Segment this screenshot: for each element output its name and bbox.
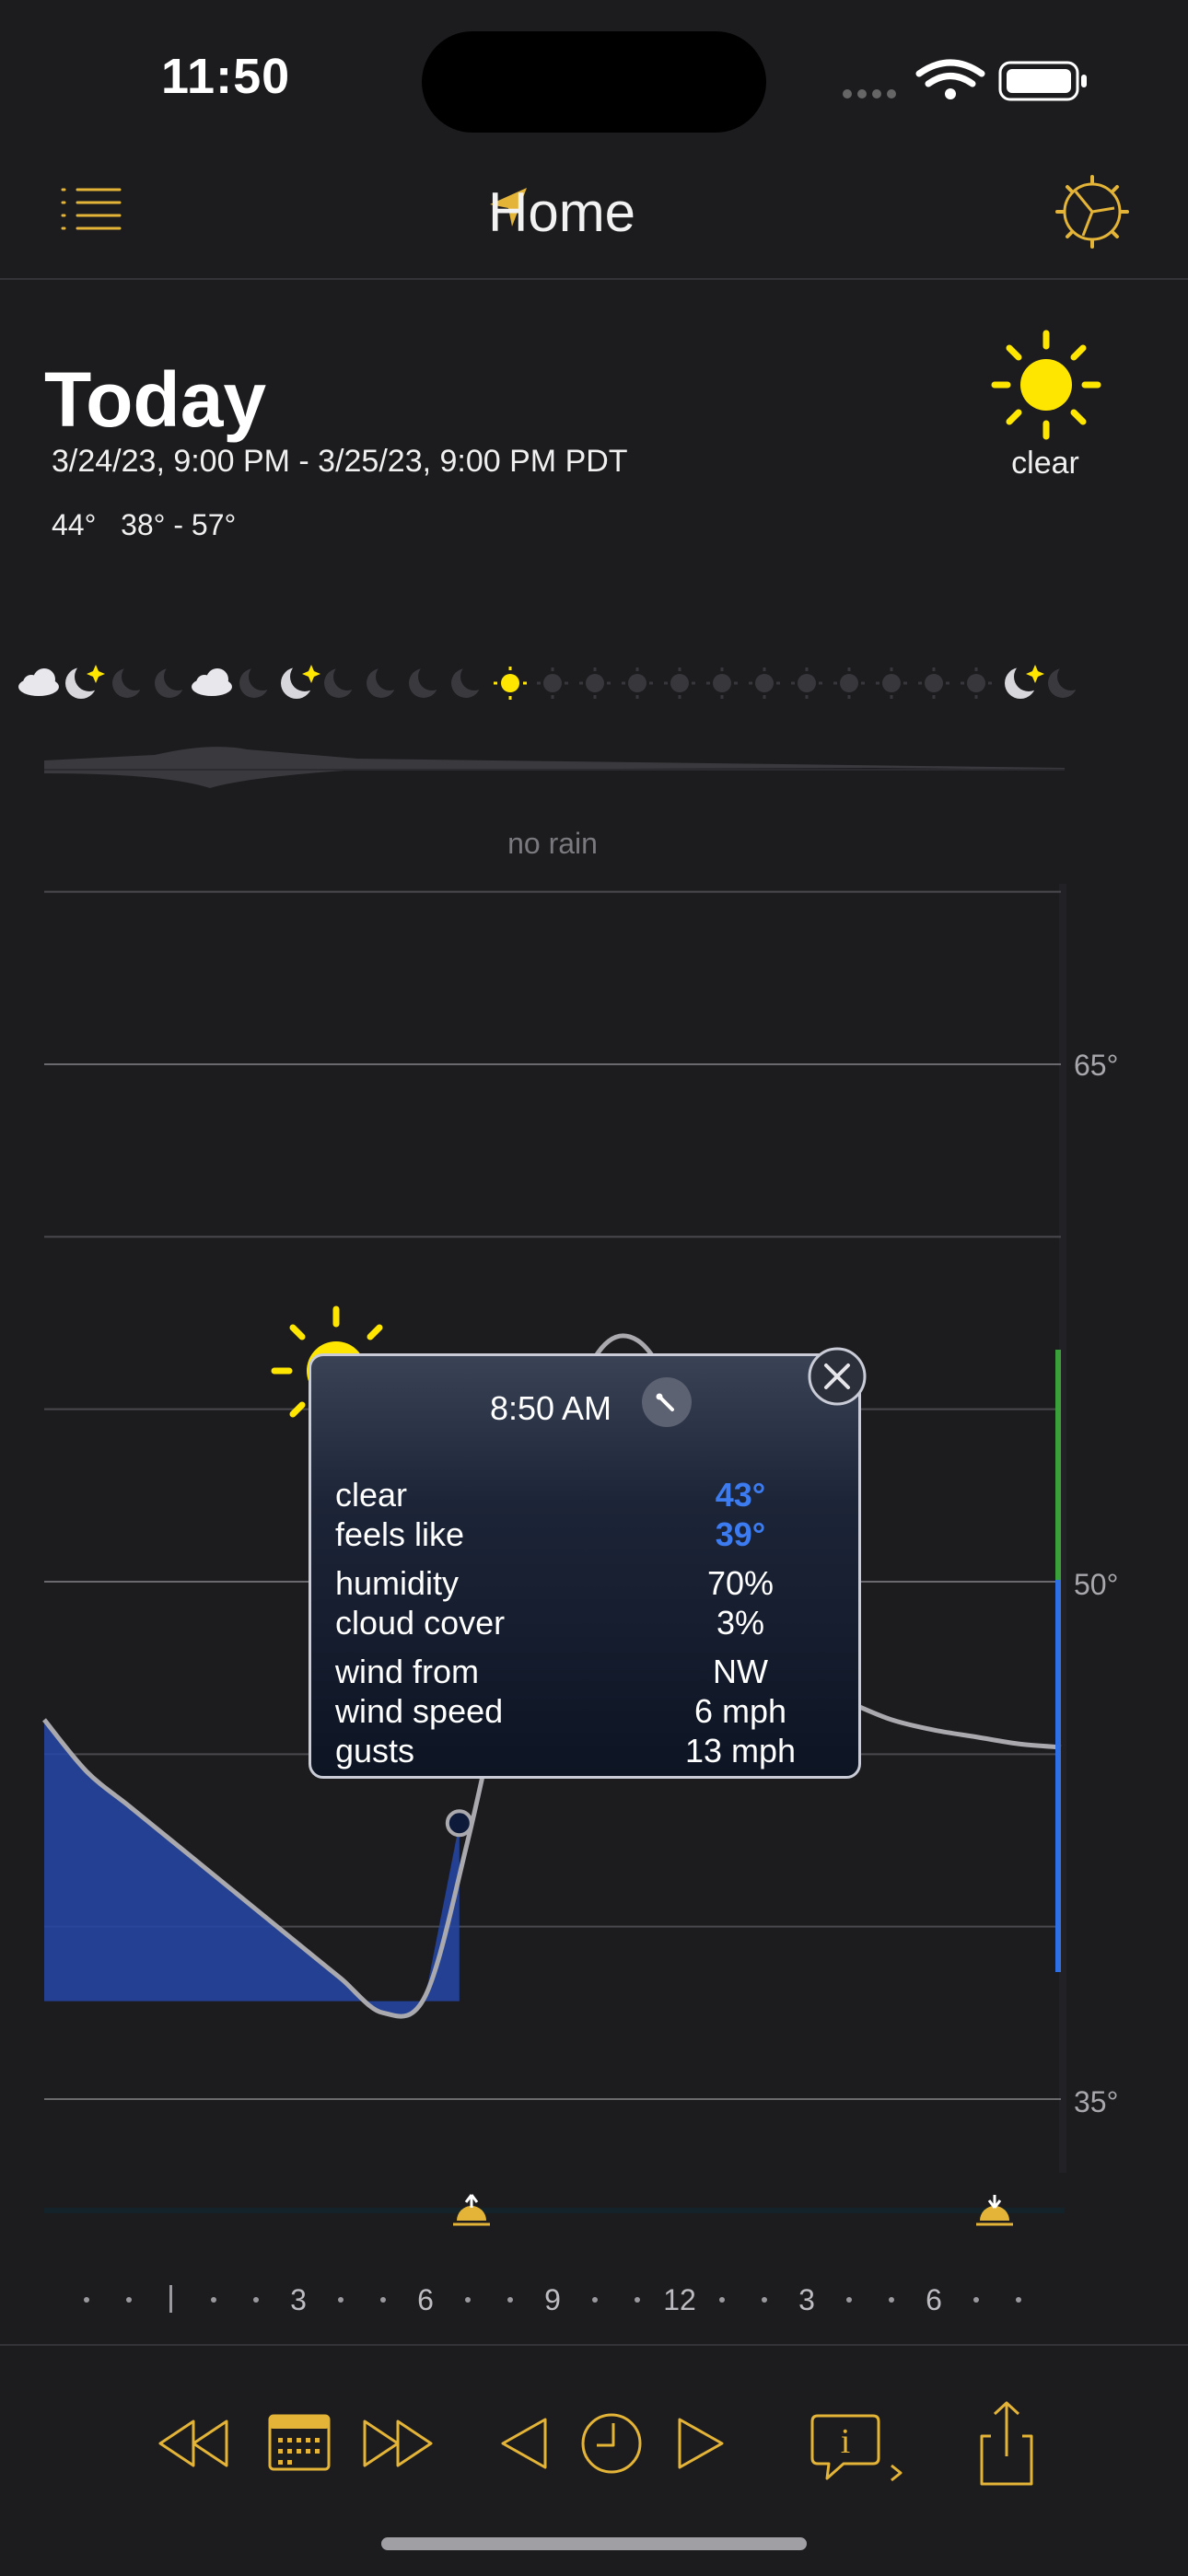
hour-label: 9 bbox=[544, 2283, 561, 2316]
fast-forward-icon[interactable] bbox=[363, 2419, 433, 2467]
toolbar-buttons[interactable]: i bbox=[0, 2357, 1188, 2513]
moon-stars-icon bbox=[65, 662, 104, 699]
step-forward-icon[interactable] bbox=[678, 2418, 724, 2469]
selected-point-marker bbox=[445, 1809, 473, 1838]
calendar-icon[interactable] bbox=[268, 2414, 331, 2471]
cellular-signal-icon bbox=[843, 89, 896, 99]
pin-icon[interactable] bbox=[641, 1376, 693, 1428]
hour-timeline[interactable]: 3 6 9 12 3 6 bbox=[0, 2274, 1188, 2320]
temp-range: 38° - 57° bbox=[121, 508, 237, 541]
rewind-icon[interactable] bbox=[158, 2419, 228, 2467]
hour-label: 6 bbox=[926, 2283, 942, 2316]
tooltip-time: 8:50 AM bbox=[489, 1389, 612, 1427]
settings-dial-icon[interactable] bbox=[1055, 175, 1129, 249]
date-range: 3/24/23, 9:00 PM - 3/25/23, 9:00 PM PDT bbox=[52, 444, 628, 479]
y-tick-label: 35° bbox=[1074, 2085, 1118, 2118]
nav-title[interactable]: Home bbox=[488, 180, 635, 244]
condition-label: clear bbox=[1011, 446, 1079, 481]
status-icons bbox=[843, 59, 1087, 101]
current-temp: 44° bbox=[52, 508, 97, 541]
share-icon[interactable] bbox=[980, 2401, 1033, 2486]
step-back-icon[interactable] bbox=[501, 2418, 547, 2469]
daylight-bar bbox=[44, 2208, 1065, 2213]
y-tick-label: 50° bbox=[1074, 1568, 1118, 1601]
wind-profile bbox=[44, 747, 1065, 788]
list-icon[interactable] bbox=[59, 184, 125, 236]
info-glyph: i bbox=[841, 2422, 851, 2461]
moon-stars-icon bbox=[1005, 662, 1043, 699]
close-icon[interactable] bbox=[807, 1346, 868, 1407]
cloudy-night-icon bbox=[192, 668, 232, 696]
sun-icon bbox=[991, 330, 1101, 440]
hourly-conditions-strip[interactable] bbox=[0, 644, 1105, 718]
hour-label: 12 bbox=[663, 2283, 696, 2316]
page-title: Today bbox=[44, 356, 267, 443]
hour-label: 3 bbox=[290, 2283, 307, 2316]
dynamic-island bbox=[422, 31, 766, 133]
temperature-summary: 44° 38° - 57° bbox=[52, 508, 236, 542]
hour-label: 6 bbox=[417, 2283, 434, 2316]
sun-icon bbox=[494, 667, 527, 700]
cloudy-night-icon bbox=[18, 668, 59, 696]
range-green-bar bbox=[1055, 1350, 1061, 1580]
y-tick-label: 65° bbox=[1074, 1049, 1118, 1082]
hour-label: 3 bbox=[798, 2283, 815, 2316]
hour-detail-tooltip[interactable]: 8:50 AM clear 43° feels like 39° humidity 7… bbox=[309, 1353, 861, 1779]
home-indicator bbox=[381, 2537, 807, 2550]
wifi-icon bbox=[915, 59, 985, 87]
moon-stars-icon bbox=[281, 662, 320, 699]
clock-icon[interactable] bbox=[581, 2413, 642, 2474]
precipitation-label: no rain bbox=[507, 827, 598, 860]
sunset-icon bbox=[976, 2195, 1013, 2226]
sunrise-icon bbox=[453, 2194, 490, 2226]
status-time: 11:50 bbox=[161, 49, 291, 104]
battery-icon bbox=[998, 61, 1087, 101]
range-blue-bar bbox=[1055, 1580, 1061, 1972]
info-message-icon[interactable] bbox=[810, 2414, 903, 2482]
